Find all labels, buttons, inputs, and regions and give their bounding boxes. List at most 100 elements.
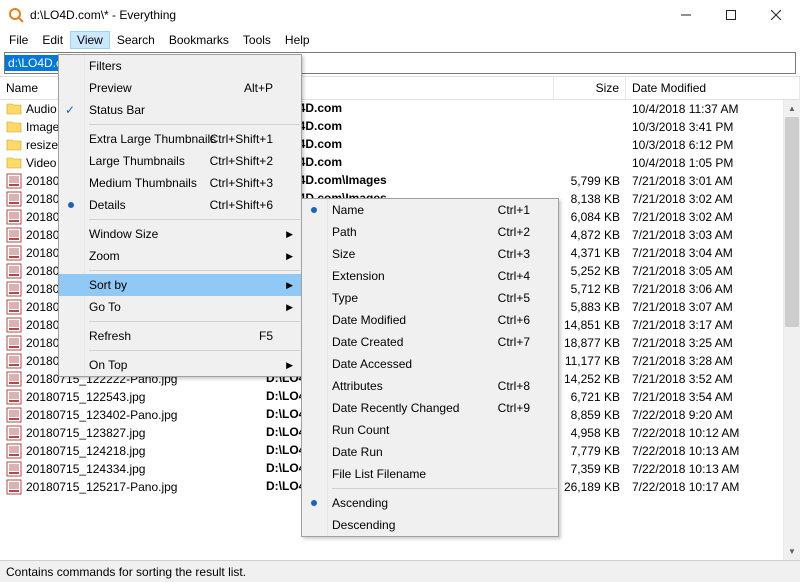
menuitem-statusbar[interactable]: ✓Status Bar — [59, 99, 301, 121]
image-icon — [6, 353, 22, 369]
file-date: 7/22/2018 10:13 AM — [626, 462, 800, 476]
menuitem-window-size[interactable]: Window Size▶ — [59, 223, 301, 245]
image-icon — [6, 443, 22, 459]
file-date: 7/21/2018 3:52 AM — [626, 372, 800, 386]
sortitem-name[interactable]: NameCtrl+1 — [302, 199, 558, 221]
file-size: 7,779 KB — [554, 444, 626, 458]
scroll-thumb[interactable] — [785, 117, 799, 327]
file-date: 10/3/2018 6:12 PM — [626, 138, 800, 152]
file-size: 5,252 KB — [554, 264, 626, 278]
file-date: 7/22/2018 10:12 AM — [626, 426, 800, 440]
sortitem-date-accessed[interactable]: Date Accessed — [302, 353, 558, 375]
menu-search[interactable]: Search — [110, 31, 162, 49]
image-icon — [6, 263, 22, 279]
sortitem-date-created[interactable]: Date CreatedCtrl+7 — [302, 331, 558, 353]
image-icon — [6, 371, 22, 387]
image-icon — [6, 317, 22, 333]
file-date: 7/21/2018 3:03 AM — [626, 228, 800, 242]
radio-icon — [311, 500, 317, 506]
file-date: 7/22/2018 10:17 AM — [626, 480, 800, 494]
file-size: 18,877 KB — [554, 336, 626, 350]
image-icon — [6, 479, 22, 495]
file-size: 7,359 KB — [554, 462, 626, 476]
app-icon — [8, 7, 24, 23]
sortitem-size[interactable]: SizeCtrl+3 — [302, 243, 558, 265]
file-size: 4,958 KB — [554, 426, 626, 440]
chevron-right-icon: ▶ — [286, 229, 293, 240]
sort-by-submenu: NameCtrl+1 PathCtrl+2 SizeCtrl+3 Extensi… — [301, 198, 559, 537]
menu-help[interactable]: Help — [278, 31, 317, 49]
menuitem-md-thumbs[interactable]: Medium ThumbnailsCtrl+Shift+3 — [59, 172, 301, 194]
scroll-down-icon[interactable]: ▼ — [784, 543, 800, 560]
file-name: 20180715_124334.jpg — [26, 462, 145, 476]
image-icon — [6, 389, 22, 405]
sortitem-run-count[interactable]: Run Count — [302, 419, 558, 441]
menu-view[interactable]: View — [70, 31, 110, 49]
sortitem-extension[interactable]: ExtensionCtrl+4 — [302, 265, 558, 287]
minimize-button[interactable] — [663, 1, 708, 29]
menuitem-xl-thumbs[interactable]: Extra Large ThumbnailsCtrl+Shift+1 — [59, 128, 301, 150]
menu-file[interactable]: File — [2, 31, 35, 49]
menuitem-on-top[interactable]: On Top▶ — [59, 354, 301, 376]
menuitem-sort-by[interactable]: Sort by▶ — [59, 274, 301, 296]
sortitem-path[interactable]: PathCtrl+2 — [302, 221, 558, 243]
file-date: 7/21/2018 3:06 AM — [626, 282, 800, 296]
sortitem-date-run[interactable]: Date Run — [302, 441, 558, 463]
menuitem-filters[interactable]: Filters — [59, 55, 301, 77]
scroll-up-icon[interactable]: ▲ — [784, 100, 800, 117]
menuitem-lg-thumbs[interactable]: Large ThumbnailsCtrl+Shift+2 — [59, 150, 301, 172]
file-date: 7/22/2018 10:13 AM — [626, 444, 800, 458]
sortitem-date-recently-changed[interactable]: Date Recently ChangedCtrl+9 — [302, 397, 558, 419]
menuitem-zoom[interactable]: Zoom▶ — [59, 245, 301, 267]
file-size: 4,371 KB — [554, 246, 626, 260]
chevron-right-icon: ▶ — [286, 302, 293, 313]
column-size[interactable]: Size — [554, 77, 626, 99]
sortitem-file-list-filename[interactable]: File List Filename — [302, 463, 558, 485]
view-menu-dropdown: Filters PreviewAlt+P ✓Status Bar Extra L… — [58, 54, 302, 377]
menuitem-refresh[interactable]: RefreshF5 — [59, 325, 301, 347]
menu-edit[interactable]: Edit — [35, 31, 70, 49]
image-icon — [6, 461, 22, 477]
titlebar: d:\LO4D.com\* - Everything — [0, 0, 800, 30]
statusbar-text: Contains commands for sorting the result… — [6, 565, 246, 579]
file-path: D:\LO4D.com — [260, 119, 554, 136]
menubar: File Edit View Search Bookmarks Tools He… — [0, 30, 800, 50]
menuitem-details[interactable]: DetailsCtrl+Shift+6 — [59, 194, 301, 216]
file-size: 5,883 KB — [554, 300, 626, 314]
menu-tools[interactable]: Tools — [236, 31, 278, 49]
file-date: 7/21/2018 3:04 AM — [626, 246, 800, 260]
file-date: 10/4/2018 11:37 AM — [626, 102, 800, 116]
column-path[interactable]: Path — [260, 77, 554, 99]
file-size: 6,721 KB — [554, 390, 626, 404]
file-size: 26,189 KB — [554, 480, 626, 494]
sortitem-ascending[interactable]: Ascending — [302, 492, 558, 514]
file-size: 6,084 KB — [554, 210, 626, 224]
file-date: 7/21/2018 3:54 AM — [626, 390, 800, 404]
file-date: 10/4/2018 1:05 PM — [626, 156, 800, 170]
maximize-button[interactable] — [708, 1, 753, 29]
menuitem-preview[interactable]: PreviewAlt+P — [59, 77, 301, 99]
file-date: 10/3/2018 3:41 PM — [626, 120, 800, 134]
menu-bookmarks[interactable]: Bookmarks — [162, 31, 236, 49]
radio-icon — [68, 202, 74, 208]
sortitem-attributes[interactable]: AttributesCtrl+8 — [302, 375, 558, 397]
column-date[interactable]: Date Modified — [626, 77, 800, 99]
sortitem-date-modified[interactable]: Date ModifiedCtrl+6 — [302, 309, 558, 331]
folder-icon — [6, 119, 22, 135]
vertical-scrollbar[interactable]: ▲ ▼ — [783, 100, 800, 560]
menuitem-go-to[interactable]: Go To▶ — [59, 296, 301, 318]
file-name: 20180715_123827.jpg — [26, 426, 145, 440]
file-date: 7/21/2018 3:17 AM — [626, 318, 800, 332]
image-icon — [6, 173, 22, 189]
file-date: 7/21/2018 3:07 AM — [626, 300, 800, 314]
close-button[interactable] — [753, 1, 798, 29]
image-icon — [6, 425, 22, 441]
sortitem-descending[interactable]: Descending — [302, 514, 558, 536]
folder-icon — [6, 155, 22, 171]
file-path: D:\LO4D.com — [260, 155, 554, 172]
file-path: D:\LO4D.com — [260, 101, 554, 118]
file-size: 5,799 KB — [554, 174, 626, 188]
file-name: Video — [26, 156, 56, 170]
sortitem-type[interactable]: TypeCtrl+5 — [302, 287, 558, 309]
file-size: 14,851 KB — [554, 318, 626, 332]
